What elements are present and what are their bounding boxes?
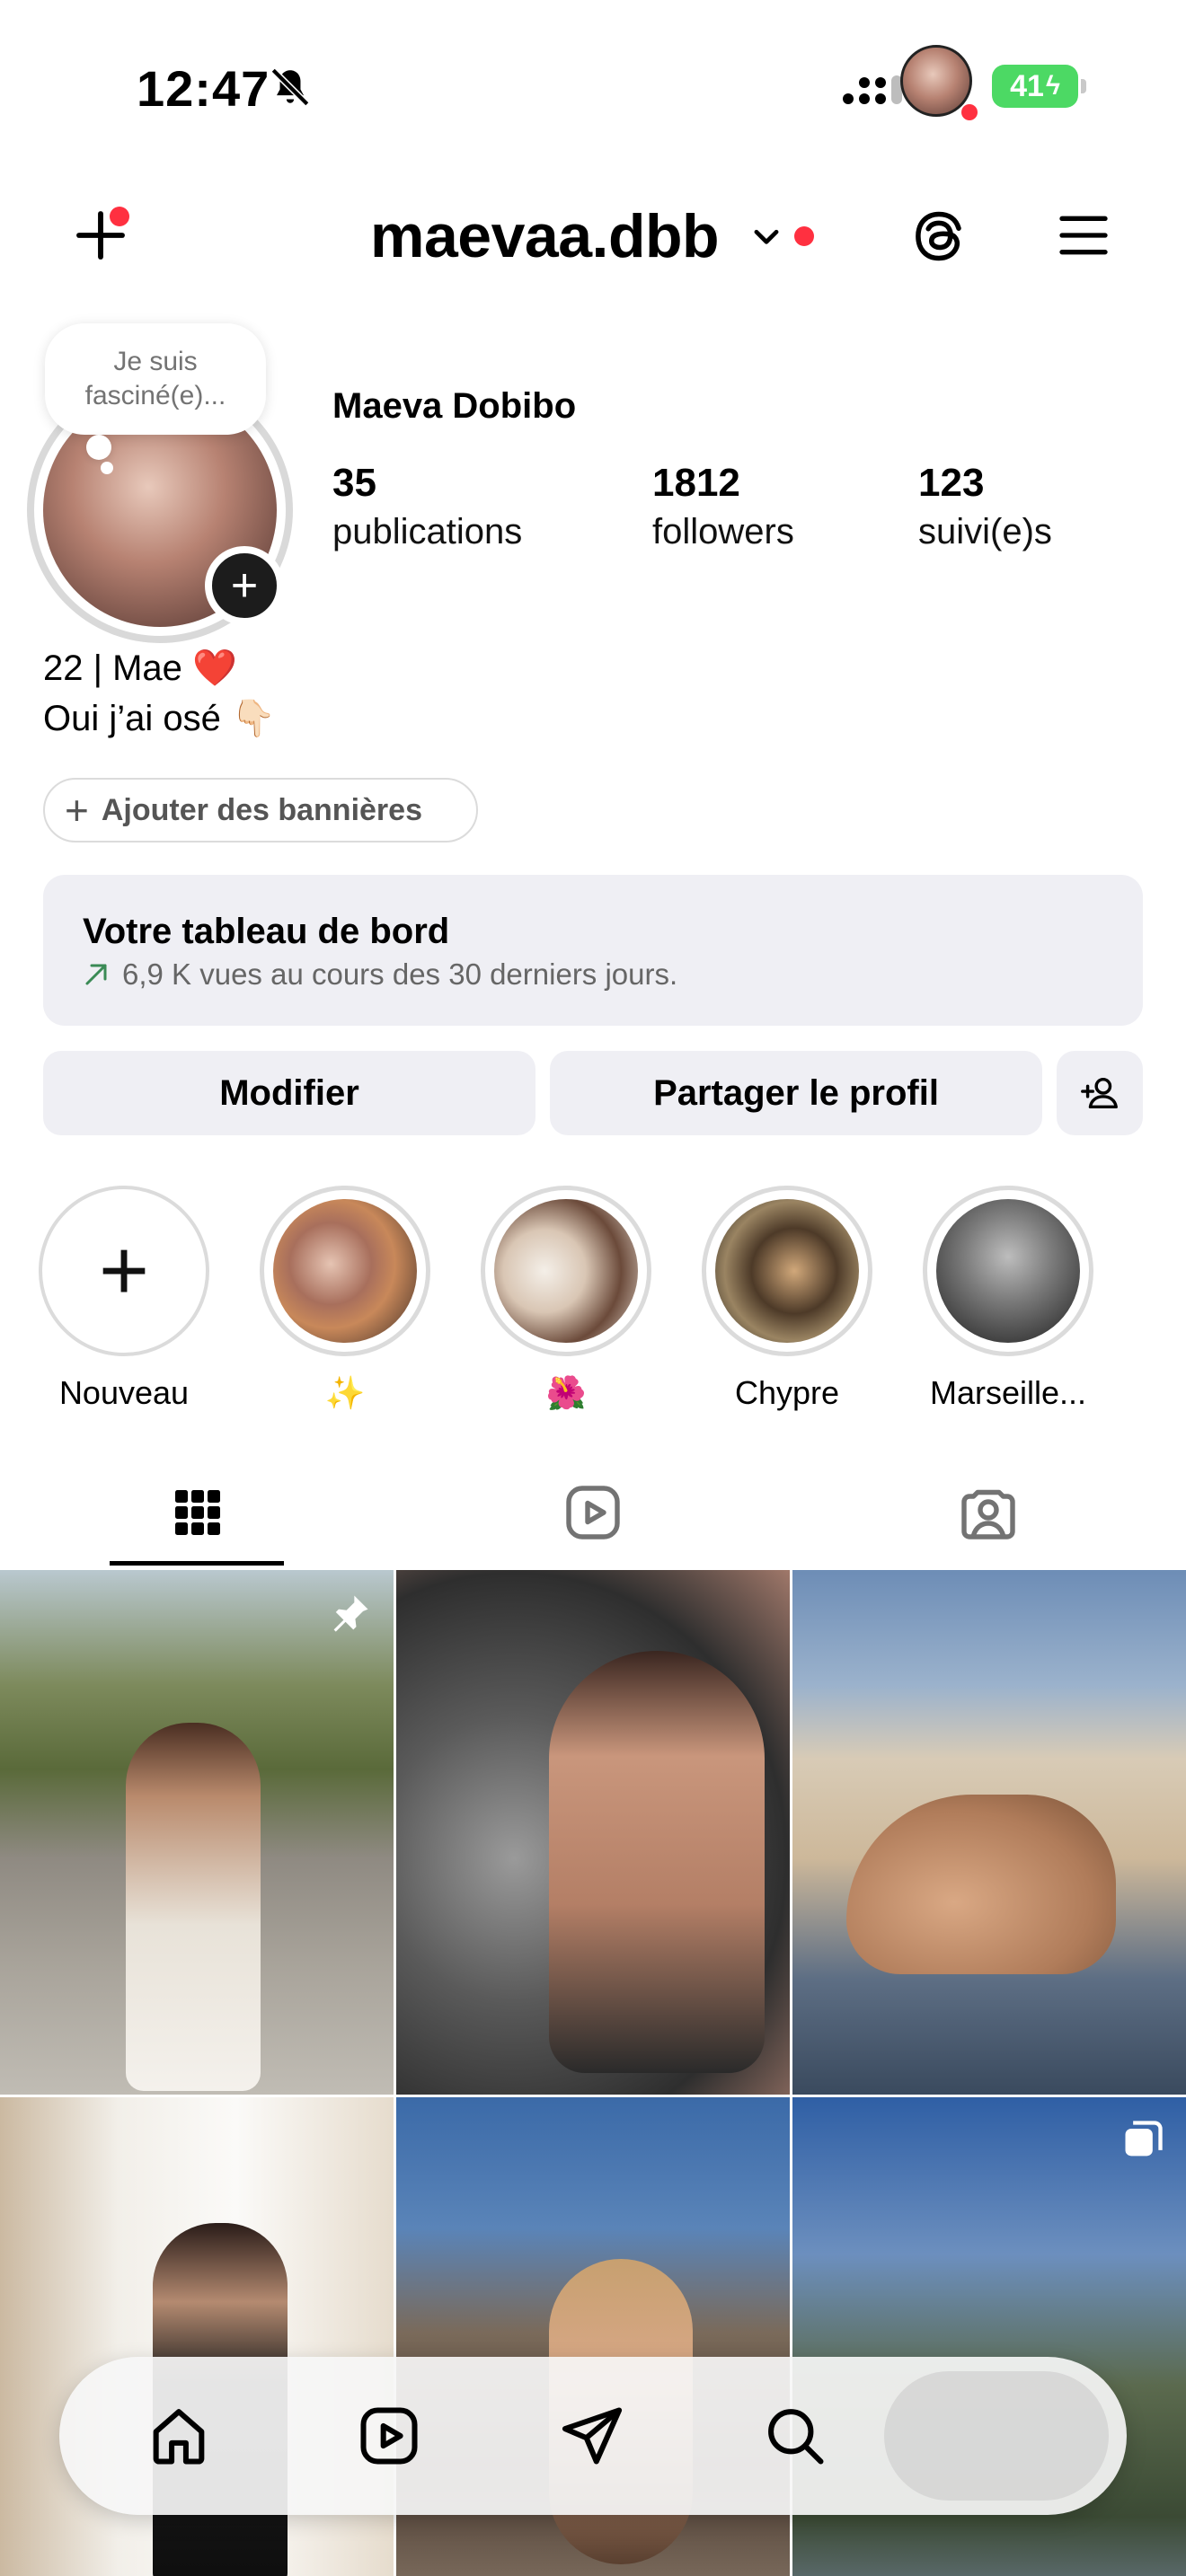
post-thumbnail[interactable] <box>0 1570 394 2095</box>
highlight-cover <box>494 1199 638 1343</box>
hamburger-menu-icon <box>1059 216 1108 255</box>
tab-reels[interactable] <box>395 1455 791 1570</box>
highlight-ring <box>481 1186 651 1356</box>
highlight-ring: + <box>39 1186 209 1356</box>
note-tail-small <box>101 462 113 474</box>
add-story-button[interactable]: + <box>205 546 284 625</box>
nav-home[interactable] <box>111 2357 246 2515</box>
tagged-icon <box>961 1489 1015 1539</box>
send-icon <box>562 2407 623 2465</box>
menu-button[interactable] <box>1048 199 1120 271</box>
home-icon <box>153 2409 205 2465</box>
stat-value: 1812 <box>652 461 740 505</box>
post-subject <box>846 1795 1116 1974</box>
professional-dashboard[interactable]: Votre tableau de bord 6,9 K vues au cour… <box>43 875 1143 1026</box>
status-time: 12:47 <box>137 60 270 117</box>
highlight-ring <box>702 1186 872 1356</box>
bio-line: Oui j’ai osé 👇🏻 <box>43 699 276 738</box>
threads-button[interactable] <box>902 199 976 273</box>
battery-indicator: 41 ϟ <box>992 65 1086 108</box>
highlight-item[interactable]: ✨ <box>255 1186 435 1414</box>
profile-tabs <box>0 1455 1186 1570</box>
highlight-label: ✨ <box>324 1374 366 1411</box>
stat-label: followers <box>652 512 794 551</box>
search-icon <box>768 2409 824 2465</box>
plus-icon: + <box>98 1222 150 1319</box>
bottom-navigation <box>59 2357 1127 2515</box>
note-bubble[interactable]: Je suis fasciné(e)... <box>45 323 266 435</box>
charging-bolt-icon: ϟ <box>1045 71 1060 101</box>
stat-label: publications <box>332 512 523 551</box>
dashboard-views: 6,9 K vues au cours des 30 derniers jour… <box>122 957 678 991</box>
nav-profile-avatar[interactable] <box>900 45 972 117</box>
stat-label: suivi(e)s <box>918 512 1052 551</box>
status-bar: 12:47 41 ϟ <box>0 0 1186 171</box>
trend-up-arrow-icon <box>85 964 107 985</box>
highlight-label: Nouveau <box>58 1374 190 1411</box>
pin-icon <box>333 1595 368 1632</box>
highlight-cover <box>936 1199 1080 1343</box>
post-thumbnail[interactable] <box>396 1570 790 2095</box>
profile-bio: 22 | Mae ❤️ Oui j’ai osé 👇🏻 <box>43 643 276 744</box>
dashboard-title: Votre tableau de bord <box>83 912 450 951</box>
bio-line: 22 | Mae ❤️ <box>43 648 237 688</box>
highlight-item[interactable]: Marseille... <box>918 1186 1098 1414</box>
tab-tagged[interactable] <box>791 1455 1186 1570</box>
highlight-label: Marseille... <box>929 1374 1087 1411</box>
nav-profile-active-pill <box>884 2371 1109 2501</box>
highlight-item[interactable]: 🌺 <box>476 1186 656 1414</box>
cellular-signal-icon <box>843 75 902 104</box>
note-tail <box>86 435 111 460</box>
highlight-ring <box>260 1186 430 1356</box>
active-tab-indicator <box>110 1561 284 1566</box>
add-banners-label: Ajouter des bannières <box>101 792 422 827</box>
plus-icon: + <box>230 560 259 612</box>
threads-icon <box>916 211 961 261</box>
highlight-label: Chypre <box>734 1374 840 1411</box>
add-banners-button[interactable]: + Ajouter des bannières <box>43 778 478 842</box>
highlight-cover <box>715 1199 859 1343</box>
create-post-button[interactable] <box>59 194 142 277</box>
highlight-new[interactable]: + Nouveau <box>34 1186 214 1414</box>
notification-dot <box>110 207 129 226</box>
post-thumbnail[interactable] <box>792 1570 1186 2095</box>
highlight-cover <box>273 1199 417 1343</box>
stat-followers[interactable]: 1812 followers <box>652 458 794 555</box>
nav-search[interactable] <box>728 2357 863 2515</box>
stat-following[interactable]: 123 suivi(e)s <box>918 458 1052 555</box>
nav-reels[interactable] <box>322 2357 456 2515</box>
tab-grid[interactable] <box>0 1455 395 1570</box>
share-profile-button[interactable]: Partager le profil <box>550 1051 1042 1135</box>
chevron-down-icon[interactable] <box>749 219 783 253</box>
account-notification-dot <box>794 226 814 246</box>
reels-icon <box>360 2407 418 2465</box>
carousel-icon <box>1125 2121 1163 2157</box>
post-subject <box>549 1651 765 2073</box>
plus-icon: + <box>65 787 89 834</box>
profile-full-name: Maeva Dobibo <box>332 386 577 426</box>
reels-icon <box>566 1486 620 1539</box>
battery-level: 41 <box>1010 68 1044 103</box>
account-switcher-username[interactable]: maevaa.dbb <box>370 201 720 271</box>
profile-notification-dot <box>961 104 978 120</box>
highlight-ring <box>923 1186 1093 1356</box>
dashboard-subtitle: 6,9 K vues au cours des 30 derniers jour… <box>83 954 1103 995</box>
add-person-icon <box>1081 1077 1118 1109</box>
nav-messages[interactable] <box>525 2357 659 2515</box>
stat-value: 35 <box>332 461 376 505</box>
highlight-label: 🌺 <box>545 1374 587 1411</box>
highlight-item[interactable]: Chypre <box>697 1186 877 1414</box>
post-subject <box>126 1723 261 2091</box>
bell-muted-icon <box>270 67 310 107</box>
stat-value: 123 <box>918 461 985 505</box>
stat-posts[interactable]: 35 publications <box>332 458 522 555</box>
profile-header: maevaa.dbb <box>0 180 1186 287</box>
edit-profile-button[interactable]: Modifier <box>43 1051 535 1135</box>
grid-icon <box>175 1490 220 1535</box>
discover-people-button[interactable] <box>1057 1051 1143 1135</box>
